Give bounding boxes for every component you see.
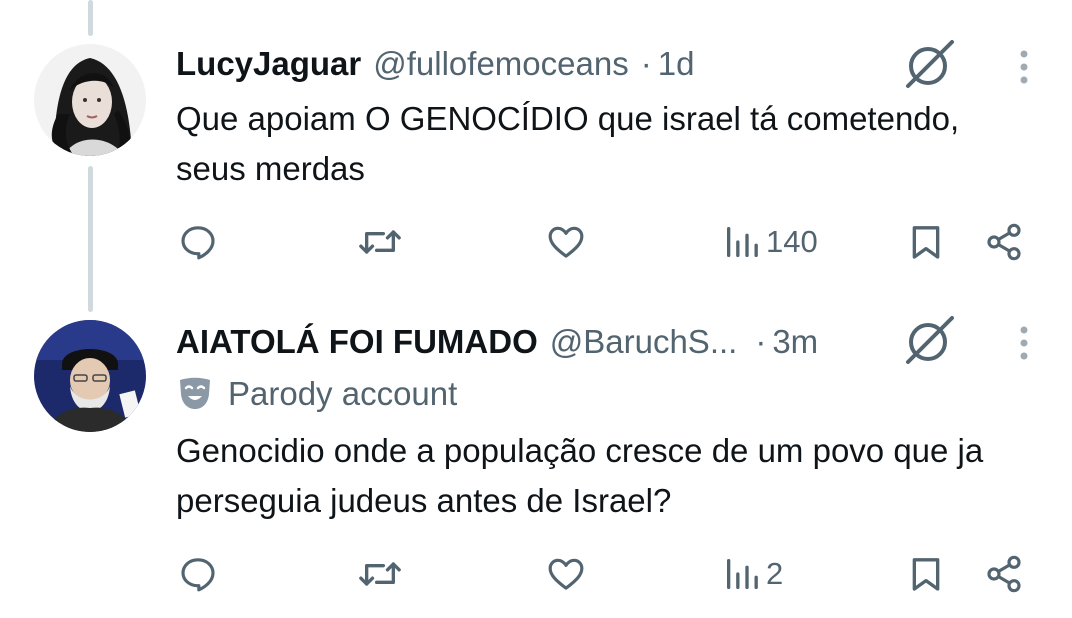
parody-badge: Parody account <box>176 372 457 416</box>
bar-chart-icon <box>727 559 758 589</box>
tweet-header: LucyJaguar @fullofemoceans · 1d <box>176 42 694 86</box>
retweet-icon <box>359 230 401 254</box>
parody-label: Parody account <box>228 375 458 412</box>
user-handle[interactable]: @fullofemoceans <box>373 45 628 83</box>
share-button[interactable] <box>984 554 1024 594</box>
tweet-text: Que apoiam O GENOCÍDIO que israel tá com… <box>176 100 960 187</box>
thread-line-top <box>88 0 93 36</box>
grok-icon[interactable] <box>904 314 956 366</box>
retweet-button[interactable] <box>358 222 402 262</box>
user-handle[interactable]: @BaruchS... <box>550 323 738 361</box>
display-name[interactable]: LucyJaguar <box>176 45 361 83</box>
bar-chart-icon <box>727 227 758 257</box>
retweet-icon <box>359 562 401 586</box>
display-name[interactable]: AIATOLÁ FOI FUMADO <box>176 323 538 361</box>
grok-icon[interactable] <box>904 38 956 90</box>
timestamp[interactable]: 1d <box>658 45 695 83</box>
heart-icon <box>548 558 584 590</box>
like-button[interactable] <box>546 554 586 594</box>
tweet-text: Genocidio onde a população cresce de um … <box>176 432 984 519</box>
tweet-header: AIATOLÁ FOI FUMADO @BaruchS... · 3m <box>176 320 818 364</box>
bookmark-button[interactable] <box>906 222 946 262</box>
heart-icon <box>548 226 584 258</box>
bookmark-icon <box>912 558 940 591</box>
separator-dot: · <box>640 45 652 82</box>
speech-bubble-icon <box>181 558 215 592</box>
views-count: 140 <box>766 224 818 259</box>
bookmark-button[interactable] <box>906 554 946 594</box>
thread-line-middle <box>88 166 93 312</box>
retweet-button[interactable] <box>358 554 402 594</box>
views-button[interactable]: 140 <box>722 222 818 262</box>
reply-button[interactable] <box>178 222 218 262</box>
timestamp[interactable]: 3m <box>772 323 818 361</box>
bookmark-icon <box>912 226 940 259</box>
share-button[interactable] <box>984 222 1024 262</box>
like-button[interactable] <box>546 222 586 262</box>
share-icon <box>987 555 1021 593</box>
share-icon <box>987 223 1021 261</box>
views-button[interactable]: 2 <box>722 554 783 594</box>
more-vertical-icon[interactable] <box>1014 48 1034 88</box>
avatar[interactable] <box>34 44 146 156</box>
speech-bubble-icon <box>181 226 215 260</box>
views-count: 2 <box>766 556 784 591</box>
reply-button[interactable] <box>178 554 218 594</box>
more-vertical-icon[interactable] <box>1014 324 1034 364</box>
avatar[interactable] <box>34 320 146 432</box>
theater-mask-icon <box>180 377 210 409</box>
separator-dot: · <box>755 323 767 360</box>
